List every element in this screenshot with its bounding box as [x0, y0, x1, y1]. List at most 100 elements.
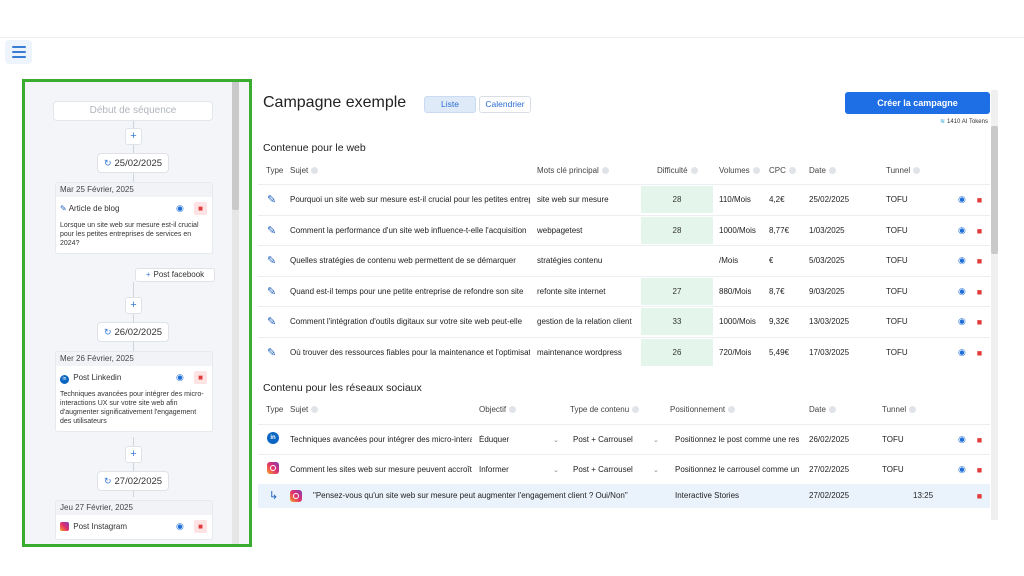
trash-icon[interactable]: ■ [974, 464, 985, 476]
chevron-down-icon[interactable]: ⌄ [653, 436, 659, 444]
row-subject: Comment l'intégration d'outils digitaux … [290, 317, 523, 326]
pen-icon: ✎ [60, 204, 67, 213]
col-header: Type [266, 405, 284, 414]
hamburger-icon[interactable] [5, 40, 32, 64]
difficulty-badge: 26 [641, 338, 713, 366]
row-tunnel: TOFU [886, 256, 908, 265]
trash-icon[interactable]: ■ [974, 194, 985, 206]
card-day: Jeu 27 Février, 2025 [56, 501, 212, 515]
add-step-button[interactable]: + [125, 297, 142, 314]
row-subject: Où trouver des ressources fiables pour l… [290, 347, 530, 357]
instagram-icon [60, 522, 69, 532]
row-volume: 880/Mois [719, 286, 752, 296]
col-header: Difficulté [657, 166, 698, 175]
row-volume: 720/Mois [719, 347, 752, 357]
trash-icon[interactable]: ■ [974, 225, 985, 237]
eye-icon[interactable]: ◉ [958, 464, 966, 475]
tab-calendrier[interactable]: Calendrier [479, 96, 531, 113]
row-date: 17/03/2025 [809, 347, 850, 357]
col-header: Tunnel [886, 166, 921, 175]
col-header: Sujet [290, 405, 319, 414]
eye-icon[interactable]: ◉ [958, 347, 966, 358]
table-row[interactable]: ✎ Quelles stratégies de contenu web perme… [258, 245, 990, 275]
row-cpc: 9,32€ [769, 317, 790, 326]
difficulty-badge: 33 [641, 308, 713, 335]
pen-icon: ✎ [267, 285, 277, 298]
trash-icon[interactable]: ■ [194, 202, 207, 215]
instagram-icon [267, 462, 279, 474]
table-row[interactable]: ✎ Comment l'intégration d'outils digitaux… [258, 306, 990, 336]
campaign-main: Campagne exemple Liste Calendrier Créer … [258, 80, 1000, 520]
table-row[interactable]: ✎ Comment la performance d'un site web in… [258, 214, 990, 245]
sidebar-scrollbar[interactable] [232, 82, 239, 544]
row-cpc: 4,2€ [769, 195, 785, 204]
row-date: 5/03/2025 [809, 256, 845, 265]
chevron-down-icon[interactable]: ⌄ [653, 466, 659, 474]
col-header: Sujet [290, 166, 319, 175]
row-volume: 1000/Mois [719, 317, 756, 326]
post-facebook-button[interactable]: + Post facebook [135, 268, 215, 282]
col-header: Type de contenu [570, 405, 640, 414]
table-row[interactable]: in Techniques avancées pour intégrer des… [258, 424, 990, 454]
col-header: Date [809, 405, 836, 414]
date-pill[interactable]: ↻ 25/02/2025 [97, 153, 169, 173]
row-date: 9/03/2025 [809, 286, 845, 296]
table-row[interactable]: Comment les sites web sur mesure peuvent… [258, 454, 990, 484]
eye-icon[interactable]: ◉ [176, 203, 184, 214]
table-row[interactable]: ✎ Quand est-il temps pour une petite entr… [258, 275, 990, 306]
eye-icon[interactable]: ◉ [176, 521, 184, 532]
sequence-start-input[interactable]: Début de séquence [53, 101, 213, 121]
row-keyword: refonte site internet [537, 286, 606, 296]
table-row[interactable]: ✎ Pourquoi un site web sur mesure est-il … [258, 184, 990, 214]
table-row[interactable]: ✎ Où trouver des ressources fiables pour … [258, 336, 990, 367]
eye-icon[interactable]: ◉ [958, 316, 966, 327]
row-cpc: 5,49€ [769, 347, 790, 357]
chevron-down-icon[interactable]: ⌄ [553, 436, 559, 444]
date-pill[interactable]: ↻ 27/02/2025 [97, 471, 169, 491]
story-sub-row[interactable]: ↳ "Pensez-vous qu'un site web sur mesure… [258, 484, 990, 508]
main-scrollbar[interactable] [991, 90, 998, 520]
trash-icon[interactable]: ■ [974, 316, 985, 328]
chevron-down-icon[interactable]: ⌄ [553, 466, 559, 474]
difficulty-badge: 27 [641, 277, 713, 305]
pen-icon: ✎ [267, 255, 277, 267]
calendar-refresh-icon: ↻ [103, 476, 112, 486]
create-campaign-button[interactable]: Créer la campagne [845, 92, 990, 114]
card-text: Lorsque un site web sur mesure est-il cr… [60, 222, 199, 247]
row-tunnel: TOFU [886, 225, 908, 235]
trash-icon[interactable]: ■ [974, 255, 985, 267]
trash-icon[interactable]: ■ [974, 490, 985, 502]
calendar-refresh-icon: ↻ [103, 327, 112, 337]
row-volume: 110/Mois [719, 195, 751, 204]
eye-icon[interactable]: ◉ [176, 372, 184, 383]
col-header: Volumes [719, 166, 760, 175]
eye-icon[interactable]: ◉ [958, 255, 966, 266]
trash-icon[interactable]: ■ [974, 434, 985, 446]
row-subject: Quand est-il temps pour une petite entre… [290, 286, 524, 296]
row-tunnel: TOFU [886, 317, 908, 326]
row-date: 25/02/2025 [809, 195, 850, 204]
eye-icon[interactable]: ◉ [958, 194, 966, 205]
add-step-button[interactable]: + [125, 128, 142, 145]
row-volume: /Mois [719, 256, 739, 265]
add-step-button[interactable]: + [125, 446, 142, 463]
eye-icon[interactable]: ◉ [958, 286, 966, 297]
trash-icon[interactable]: ■ [194, 520, 207, 533]
trash-icon[interactable]: ■ [194, 371, 207, 384]
trash-icon[interactable]: ■ [974, 286, 985, 298]
date-pill[interactable]: ↻ 26/02/2025 [97, 322, 169, 342]
sequence-card: Mar 25 Février, 2025 ✎ Article de blog ◉ … [55, 182, 213, 254]
difficulty-badge: 28 [641, 186, 713, 213]
trash-icon[interactable]: ■ [974, 347, 985, 359]
row-volume: 1000/Mois [719, 225, 756, 235]
eye-icon[interactable]: ◉ [958, 434, 966, 445]
wifi-icon: ≋ [940, 119, 946, 125]
pen-icon: ✎ [267, 224, 277, 237]
instagram-icon [290, 490, 302, 502]
col-header: Date [809, 166, 836, 175]
pen-icon: ✎ [267, 346, 277, 359]
tab-liste[interactable]: Liste [424, 96, 476, 113]
sequence-card: Mer 26 Février, 2025 in Post Linkedin ◉ … [55, 351, 213, 432]
eye-icon[interactable]: ◉ [958, 225, 966, 236]
linkedin-icon: in [60, 375, 69, 384]
